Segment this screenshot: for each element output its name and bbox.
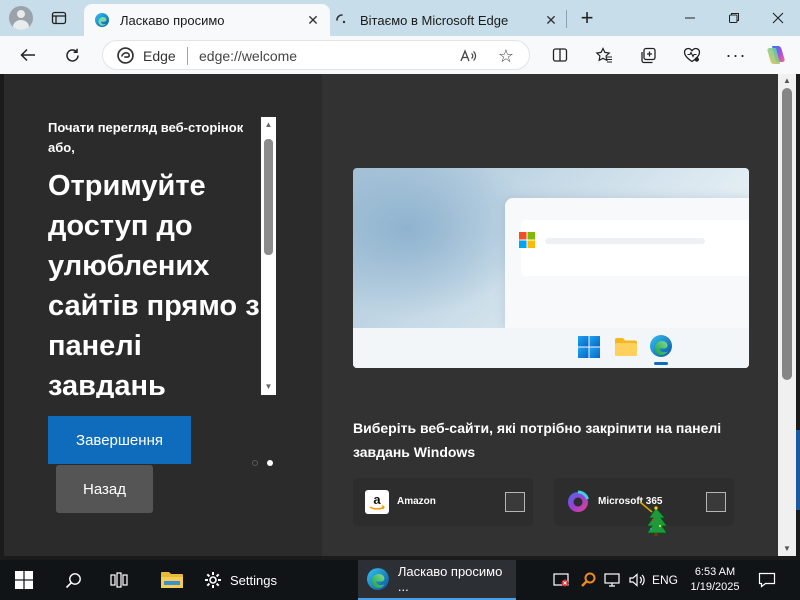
page-dot-1[interactable] [252,460,258,466]
tab-edge-welcome[interactable]: Вітаємо в Microsoft Edge ✕ [326,4,568,36]
edge-icon [366,568,389,590]
task-view-icon[interactable] [104,560,134,600]
address-bar[interactable]: Edge edge://welcome ☆ [102,40,530,70]
back-button[interactable]: Назад [56,465,153,513]
preview-search-line [545,238,705,244]
clock-time: 6:53 AM [694,566,736,578]
welcome-left-panel: Почати перегляд веб-сторінок або, Отриму… [4,74,322,556]
url-text[interactable]: edge://welcome [199,48,297,64]
scroll-down-arrow-icon[interactable]: ▼ [782,544,792,554]
pin-sites-prompt: Виберіть веб-сайти, які потрібно закріпи… [353,420,722,460]
tab-title: Ласкаво просимо [120,12,225,28]
edge-icon [117,47,134,64]
settings-label: Settings [230,572,277,588]
preview-window [505,198,749,328]
minimize-icon[interactable] [670,4,710,32]
amazon-logo-icon: a [365,490,389,514]
network-icon[interactable] [602,560,624,600]
tab-welcome[interactable]: Ласкаво просимо ✕ [84,4,330,36]
preview-taskbar [353,328,749,368]
finish-button[interactable]: Завершення [48,416,191,464]
close-tab-icon[interactable]: ✕ [304,11,322,29]
profile-button[interactable] [6,4,36,32]
intro-text: Почати перегляд веб-сторінок або, [48,120,244,155]
read-aloud-icon[interactable] [455,43,481,69]
close-window-icon[interactable] [758,4,798,32]
active-app-indicator [654,362,668,365]
favorite-star-icon[interactable]: ☆ [493,43,519,69]
pagination-dots [252,460,273,468]
screen: Ласкаво просимо ✕ Вітаємо в Microsoft Ed… [0,0,800,600]
site-label: Edge [143,48,176,64]
back-arrow-icon[interactable] [14,41,42,69]
file-explorer-icon[interactable] [155,560,189,600]
copilot-icon[interactable] [762,41,790,69]
microsoft-logo-icon [519,232,535,248]
edge-window-label: Ласкаво просимо ... [397,564,503,594]
file-explorer-icon [615,338,637,356]
security-icon[interactable] [552,560,572,600]
new-tab-icon[interactable]: + [572,4,602,32]
tab-divider [566,10,567,28]
headline-scrollbar[interactable]: ▲ ▼ [261,117,276,395]
gear-icon [205,572,221,588]
welcome-right-panel: Виберіть веб-сайти, які потрібно закріпи… [322,74,782,556]
edge-icon [650,335,672,357]
svg-text:a: a [373,492,381,507]
address-divider [187,47,188,65]
profile-icon [9,6,33,30]
maximize-icon[interactable] [714,4,754,32]
search-tray-icon[interactable] [578,560,598,600]
page-dot-2[interactable] [267,460,273,466]
headline: Отримуйте доступ до улюблених сайтів пря… [48,170,260,398]
scrollbar-thumb[interactable] [782,88,792,380]
close-tab-icon[interactable]: ✕ [542,11,560,29]
scroll-up-arrow-icon[interactable]: ▲ [782,76,792,86]
edge-taskbar-button[interactable]: Ласкаво просимо ... [358,560,516,600]
notification-icon[interactable] [752,560,782,600]
tab-strip: Ласкаво просимо ✕ Вітаємо в Microsoft Ed… [0,0,800,36]
microsoft-365-logo-icon [568,490,589,512]
scrollbar-thumb[interactable] [264,139,273,255]
settings-taskbar-button[interactable]: Settings [204,560,300,600]
edge-icon [95,13,109,27]
headline-container[interactable]: Отримуйте доступ до улюблених сайтів пря… [48,166,262,398]
windows-start-icon[interactable] [10,560,38,600]
tab-actions-icon [51,11,67,25]
site-card-amazon[interactable]: a Amazon [353,478,533,526]
scroll-down-arrow-icon[interactable]: ▼ [261,381,276,393]
windows-start-icon [578,336,600,358]
welcome-content: Почати перегляд веб-сторінок або, Отриму… [4,74,782,556]
language-indicator[interactable]: ENG [650,560,680,600]
christmas-tree-cursor-icon [639,501,668,536]
scroll-up-arrow-icon[interactable]: ▲ [261,119,276,131]
site-name: Amazon [397,496,436,507]
loading-icon [336,14,346,24]
split-screen-icon[interactable] [546,41,574,69]
clock-date: 1/19/2025 [690,581,740,593]
taskbar-preview-illustration [353,168,749,368]
preview-window-header [521,220,749,276]
performance-icon[interactable] [678,41,706,69]
desktop-edge-strip [796,430,800,510]
refresh-icon[interactable] [58,41,86,69]
volume-icon[interactable] [626,560,648,600]
system-clock[interactable]: 6:53 AM 1/19/2025 [684,560,746,600]
browser-toolbar: Edge edge://welcome ☆ ··· [0,36,800,74]
tab-title: Вітаємо в Microsoft Edge [360,12,509,28]
windows-taskbar: Settings Ласкаво просимо ... ENG 6:53 AM… [0,560,800,600]
page-scrollbar[interactable]: ▲ ▼ [778,74,796,556]
more-icon[interactable]: ··· [722,41,750,69]
collections-icon[interactable] [634,41,662,69]
favorites-icon[interactable] [590,41,618,69]
tab-actions-button[interactable] [44,4,74,32]
pin-checkbox-microsoft-365[interactable] [706,492,726,512]
search-icon[interactable] [58,560,88,600]
pin-checkbox-amazon[interactable] [505,492,525,512]
